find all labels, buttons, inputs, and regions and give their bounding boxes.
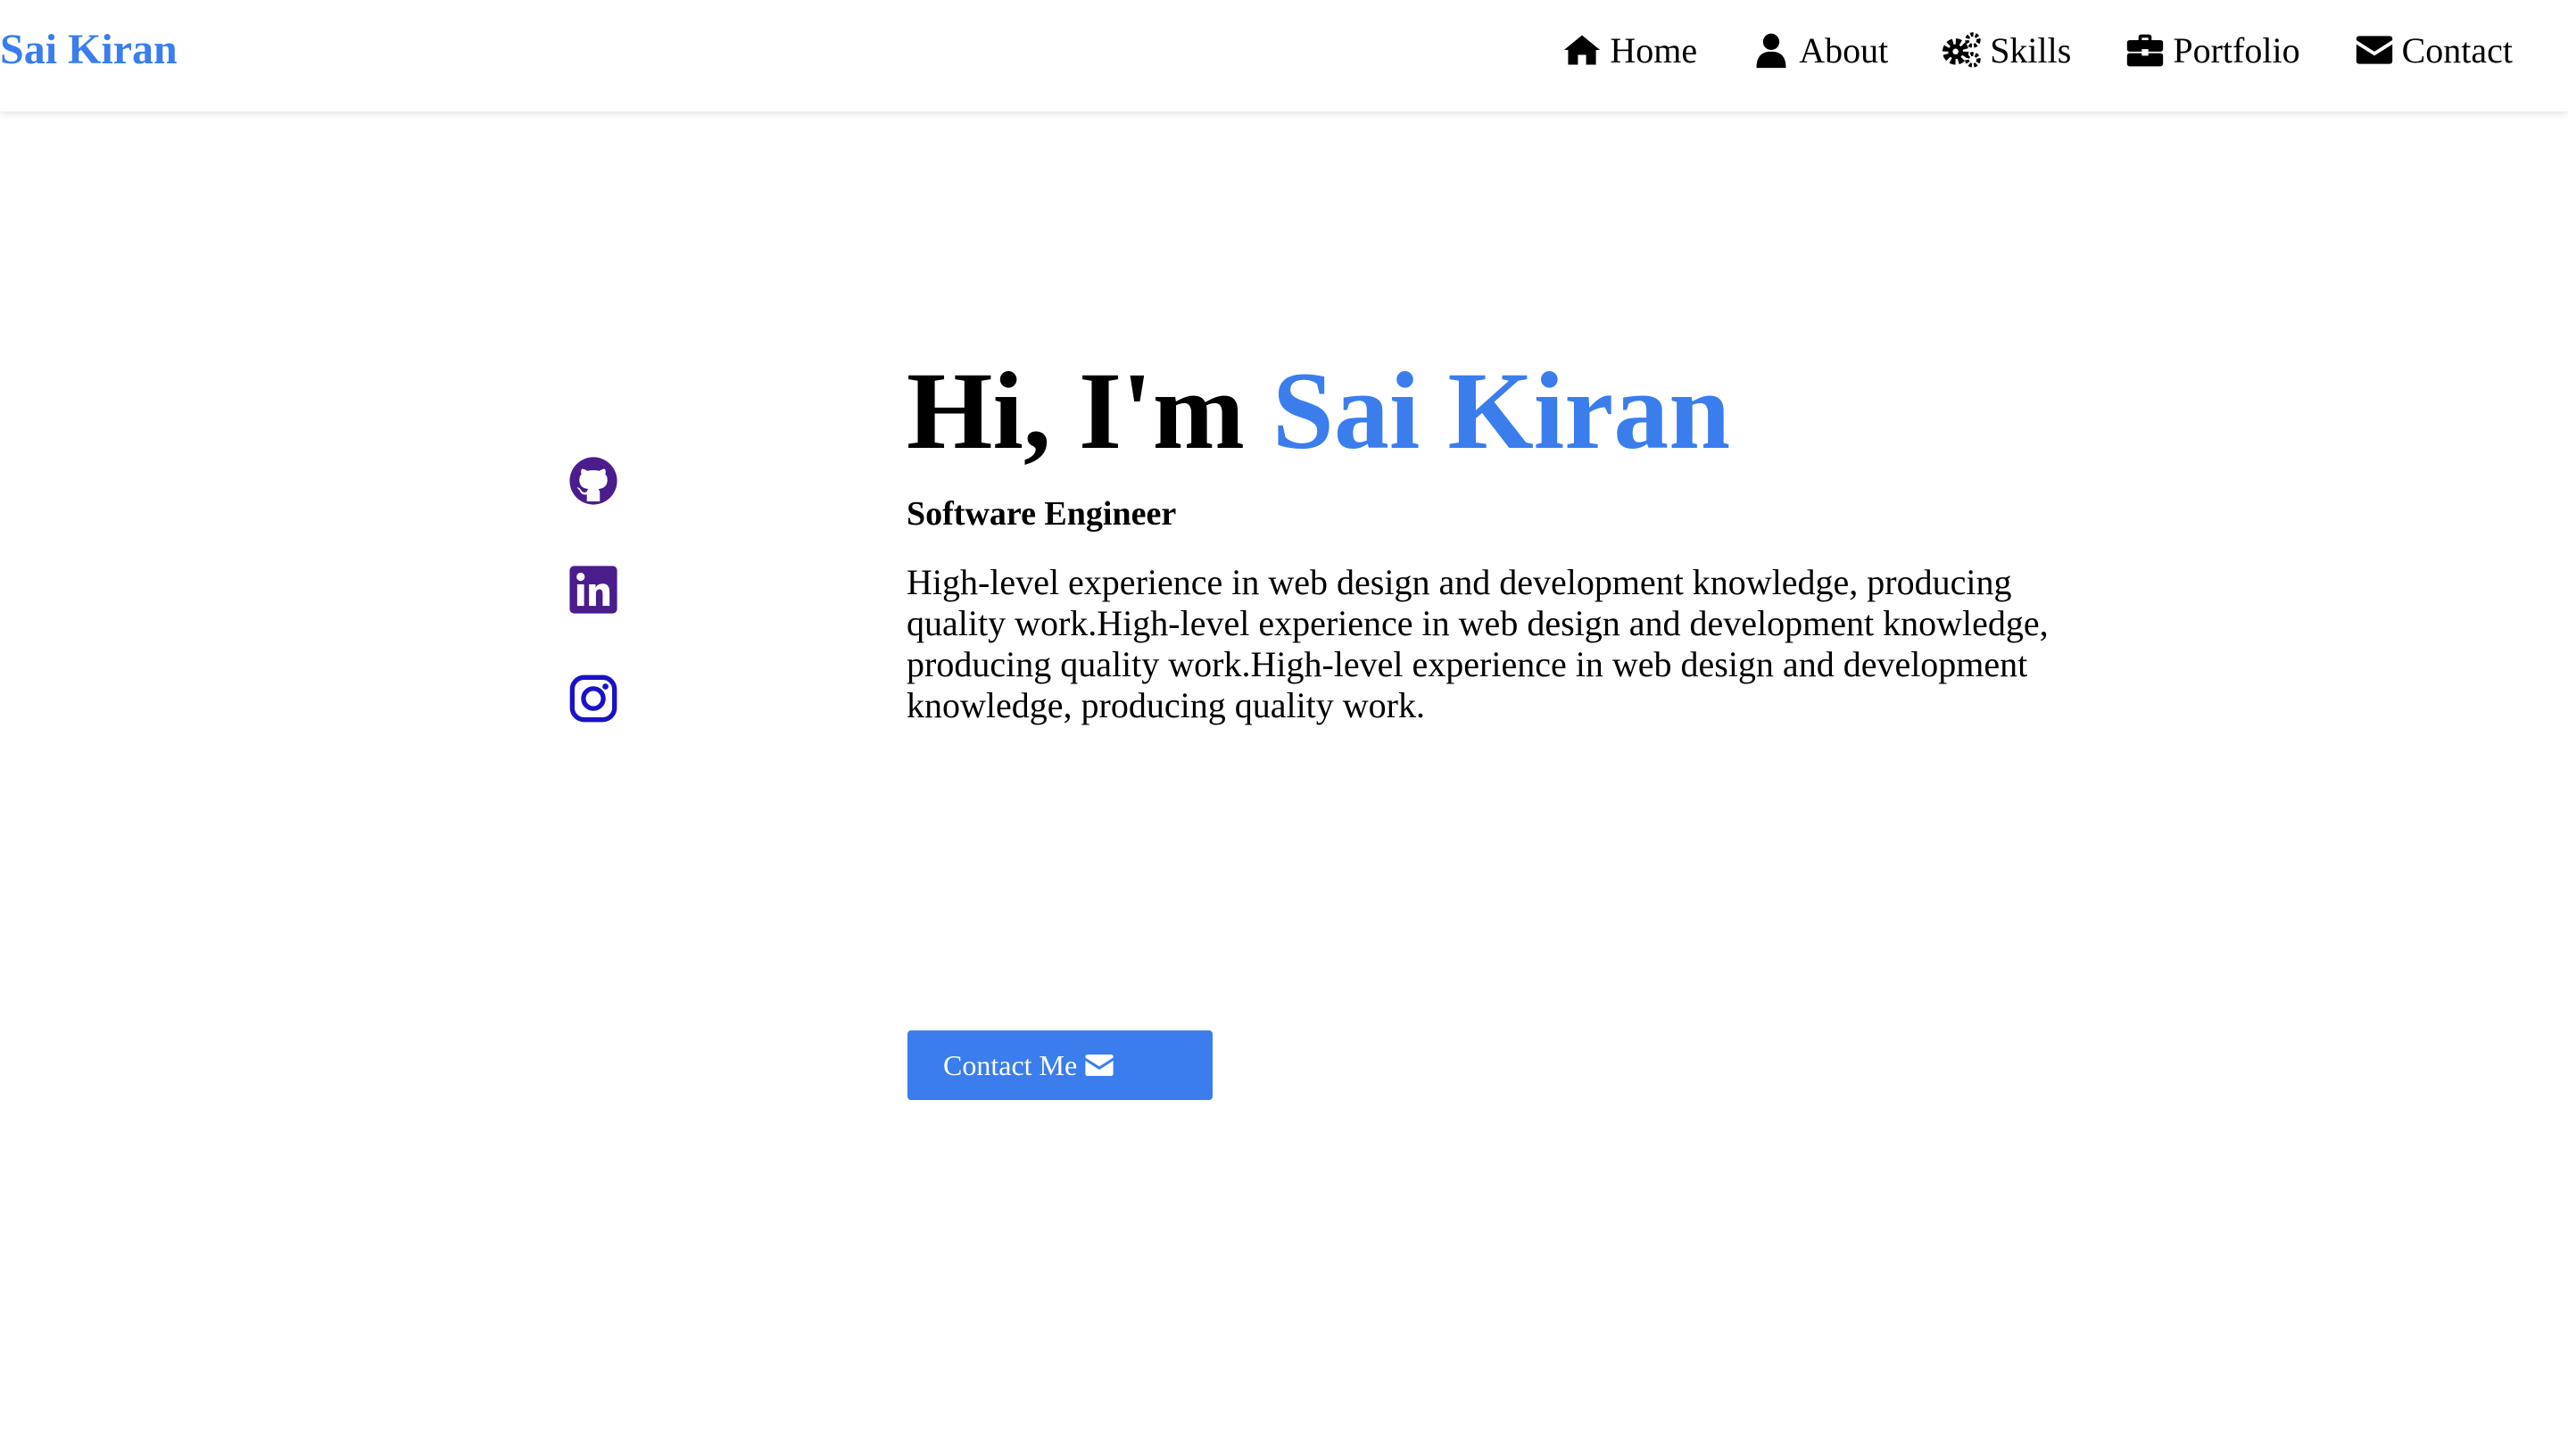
github-link[interactable] <box>567 455 619 507</box>
github-icon <box>567 455 619 507</box>
hero-role: Software Engineer <box>907 495 1177 533</box>
briefcase-icon <box>2125 29 2166 70</box>
instagram-link[interactable] <box>567 673 619 724</box>
home-icon <box>1562 29 1603 70</box>
user-icon <box>1751 29 1792 70</box>
envelope-icon <box>2354 29 2395 70</box>
site-header: Sai Kiran Home About Skills Portfolio Co… <box>0 0 2568 112</box>
contact-me-button[interactable]: Contact Me <box>907 1030 1213 1100</box>
nav-item-label: About <box>1799 29 1889 70</box>
site-logo[interactable]: Sai Kiran <box>0 23 178 77</box>
linkedin-link[interactable] <box>567 564 619 616</box>
nav-item-skills[interactable]: Skills <box>1942 29 2071 71</box>
hero-title: Hi, I'm Sai Kiran <box>907 344 2093 478</box>
hero-description: High-level experience in web design and … <box>907 562 2049 725</box>
gears-icon <box>1942 29 1983 70</box>
nav-item-label: Contact <box>2401 29 2513 70</box>
envelope-icon <box>1084 1050 1114 1080</box>
nav-item-about[interactable]: About <box>1751 29 1888 71</box>
nav-item-label: Skills <box>1990 29 2072 70</box>
nav-item-contact[interactable]: Contact <box>2354 29 2513 71</box>
hero-name: Sai Kiran <box>1272 350 1731 472</box>
social-links <box>567 455 621 782</box>
nav-item-label: Home <box>1610 29 1698 70</box>
main-nav: Home About Skills Portfolio Contact <box>1508 23 2513 77</box>
contact-me-label: Contact Me <box>943 1048 1078 1081</box>
instagram-icon <box>567 673 619 724</box>
hero-greeting: Hi, I'm <box>907 350 1272 472</box>
linkedin-icon <box>567 564 619 616</box>
nav-item-label: Portfolio <box>2173 29 2300 70</box>
hero-section: Hi, I'm Sai Kiran Software Engineer High… <box>907 344 2093 726</box>
nav-item-home[interactable]: Home <box>1562 29 1697 71</box>
nav-item-portfolio[interactable]: Portfolio <box>2125 29 2300 71</box>
